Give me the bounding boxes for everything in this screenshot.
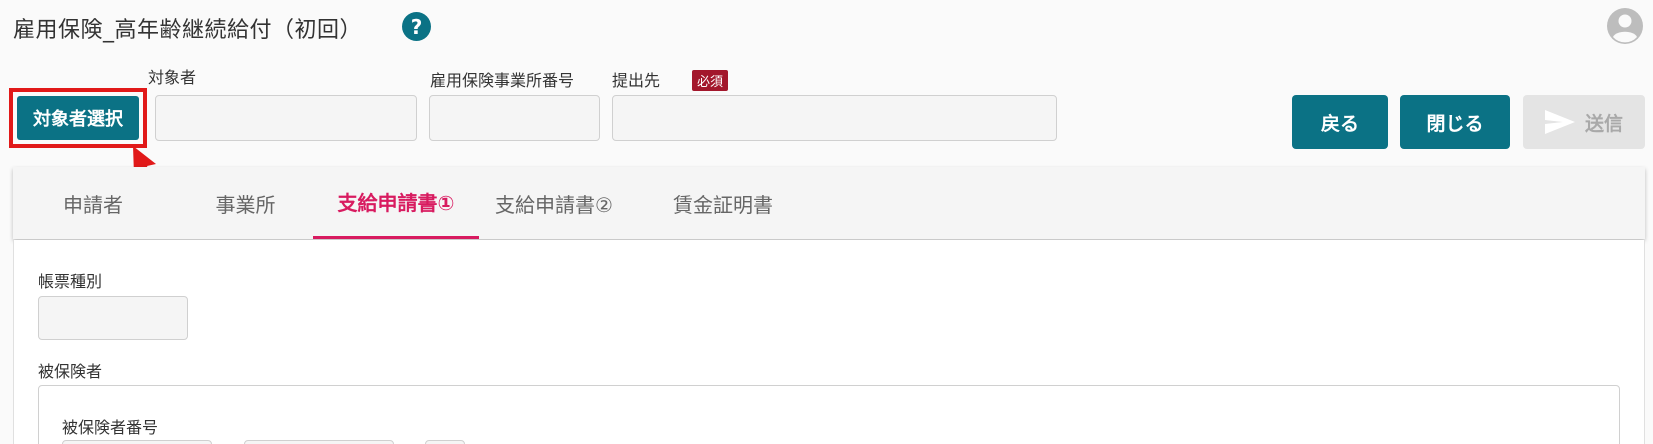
insured-number-field-3[interactable] — [425, 440, 465, 444]
insured-section-label: 被保険者 — [38, 362, 103, 381]
send-label: 送信 — [1584, 112, 1623, 135]
tab-applicant[interactable]: 申請者 — [28, 167, 158, 239]
insured-section — [38, 385, 1620, 444]
office-number-label: 雇用保険事業所番号 — [430, 71, 575, 90]
tab-wage-certificate[interactable]: 賃金証明書 — [653, 167, 793, 239]
tab-application-1[interactable]: 支給申請書① — [313, 167, 479, 239]
tab-office[interactable]: 事業所 — [173, 167, 318, 239]
user-account-icon[interactable] — [1607, 8, 1643, 44]
required-badge: 必須 — [692, 70, 729, 91]
destination-field[interactable] — [612, 95, 1057, 141]
form-type-field[interactable] — [38, 296, 188, 340]
select-target-button[interactable]: 対象者選択 — [17, 96, 139, 140]
tab-application-2[interactable]: 支給申請書② — [479, 167, 629, 239]
insured-number-field-2[interactable] — [244, 440, 394, 444]
page-title: 雇用保険_高年齢継続給付（初回） — [13, 18, 363, 43]
tab-bar: 申請者 事業所 支給申請書① 支給申請書② 賃金証明書 — [13, 167, 1645, 239]
insured-number-field-1[interactable] — [62, 440, 212, 444]
target-field[interactable] — [155, 95, 417, 141]
select-button-highlight: 対象者選択 — [9, 88, 147, 148]
page: 雇用保険_高年齢継続給付（初回） ? 対象者 雇用保険事業所番号 提出先 必須 … — [0, 0, 1653, 444]
destination-label: 提出先 — [612, 71, 661, 90]
help-icon[interactable]: ? — [402, 12, 431, 41]
insured-number-label: 被保険者番号 — [62, 418, 159, 437]
target-label: 対象者 — [148, 68, 197, 87]
form-type-label: 帳票種別 — [38, 272, 103, 291]
back-button[interactable]: 戻る — [1292, 95, 1388, 149]
send-button[interactable]: 送信 — [1523, 95, 1645, 149]
office-number-field[interactable] — [429, 95, 600, 141]
close-button[interactable]: 閉じる — [1400, 95, 1510, 149]
send-icon — [1544, 110, 1575, 134]
